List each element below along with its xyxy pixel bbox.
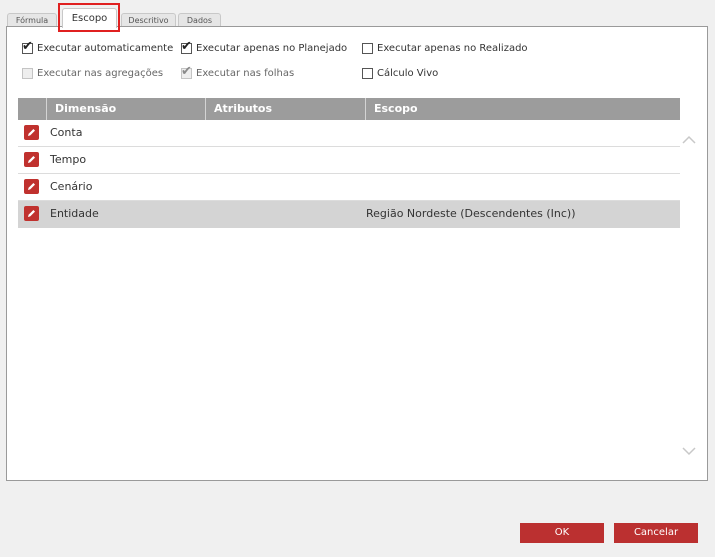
checkbox-label: Executar nas folhas <box>196 68 295 79</box>
executar-planejado-checkbox[interactable]: ✔ Executar apenas no Planejado <box>181 39 348 54</box>
tab-formula[interactable]: Fórmula <box>7 13 57 27</box>
calculo-vivo-checkbox[interactable]: Cálculo Vivo <box>362 68 438 79</box>
checkmark-icon: ✔ <box>181 64 192 79</box>
checkbox-box: ✔ <box>181 64 192 79</box>
executar-folhas-checkbox[interactable]: ✔ Executar nas folhas <box>181 64 295 79</box>
table-row-selected[interactable]: Entidade Região Nordeste (Descendentes (… <box>18 201 680 228</box>
checkbox-box <box>22 68 33 79</box>
table-row[interactable]: Tempo <box>18 147 680 174</box>
grid-header: Dimensão Atributos Escopo <box>18 98 680 120</box>
grid-scrollbar[interactable] <box>676 121 704 466</box>
checkbox-box <box>362 68 373 79</box>
tab-escopo[interactable]: Escopo <box>62 8 117 28</box>
cell-dimensao: Cenário <box>50 180 93 193</box>
checkbox-box: ✔ <box>22 39 33 54</box>
checkbox-label: Executar apenas no Planejado <box>196 43 348 54</box>
tab-dados[interactable]: Dados <box>178 13 221 27</box>
escopo-panel: ✔ Executar automaticamente ✔ Executar ap… <box>6 26 708 481</box>
tab-dados-label: Dados <box>186 16 213 25</box>
tab-escopo-label: Escopo <box>71 13 108 24</box>
table-row[interactable]: Cenário <box>18 174 680 201</box>
checkbox-box: ✔ <box>181 39 192 54</box>
checkmark-icon: ✔ <box>181 39 192 54</box>
chevron-down-icon[interactable] <box>682 447 696 456</box>
pencil-icon <box>28 156 35 163</box>
edit-button[interactable] <box>24 206 39 221</box>
pencil-icon <box>28 210 35 217</box>
chevron-up-icon[interactable] <box>682 135 696 144</box>
checkbox-label: Cálculo Vivo <box>377 68 439 79</box>
header-atributos[interactable]: Atributos <box>206 98 272 120</box>
header-dimensao[interactable]: Dimensão <box>47 98 116 120</box>
cell-dimensao: Entidade <box>50 207 99 220</box>
edit-button[interactable] <box>24 152 39 167</box>
table-row[interactable]: Conta <box>18 120 680 147</box>
tab-descritivo-label: Descritivo <box>128 16 169 25</box>
checkbox-label: Executar apenas no Realizado <box>377 43 528 54</box>
checkbox-label: Executar automaticamente <box>37 43 174 54</box>
ok-button[interactable]: OK <box>520 523 604 543</box>
executar-realizado-checkbox[interactable]: Executar apenas no Realizado <box>362 43 528 54</box>
checkbox-box <box>362 43 373 54</box>
header-escopo[interactable]: Escopo <box>366 98 418 120</box>
executar-agregacoes-checkbox[interactable]: Executar nas agregações <box>22 68 163 79</box>
scope-grid: Dimensão Atributos Escopo Conta Tempo Ce… <box>18 98 680 228</box>
cell-escopo: Região Nordeste (Descendentes (Inc)) <box>366 207 576 220</box>
edit-button[interactable] <box>24 179 39 194</box>
edit-button[interactable] <box>24 125 39 140</box>
executar-automaticamente-checkbox[interactable]: ✔ Executar automaticamente <box>22 39 174 54</box>
cancel-button[interactable]: Cancelar <box>614 523 698 543</box>
cell-dimensao: Conta <box>50 126 83 139</box>
pencil-icon <box>28 183 35 190</box>
tab-formula-label: Fórmula <box>15 16 49 25</box>
checkmark-icon: ✔ <box>22 39 33 54</box>
pencil-icon <box>28 129 35 136</box>
cell-dimensao: Tempo <box>50 153 87 166</box>
tab-descritivo[interactable]: Descritivo <box>121 13 176 27</box>
checkbox-label: Executar nas agregações <box>37 68 164 79</box>
